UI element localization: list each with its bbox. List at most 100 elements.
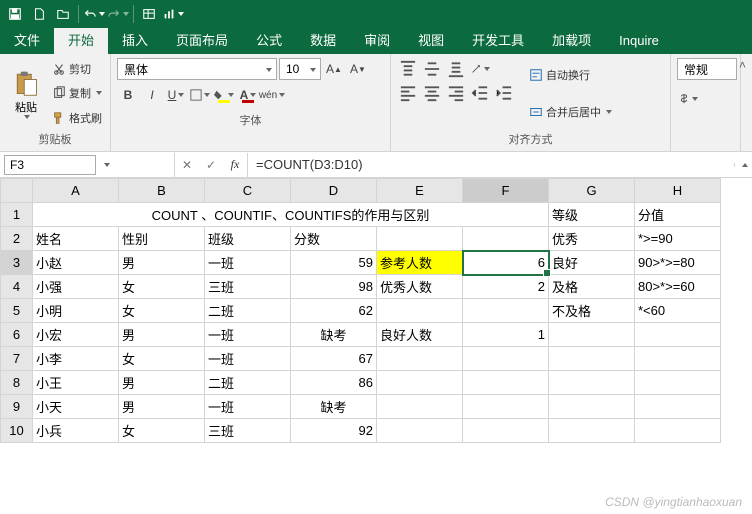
cell[interactable]: 小宏 xyxy=(33,323,119,347)
cell[interactable]: 分数 xyxy=(291,227,377,251)
redo-icon[interactable] xyxy=(107,3,129,25)
cell[interactable]: 男 xyxy=(119,371,205,395)
cell[interactable]: 男 xyxy=(119,395,205,419)
cell[interactable]: 女 xyxy=(119,419,205,443)
font-color-button[interactable]: A xyxy=(237,84,259,106)
cell[interactable]: 小王 xyxy=(33,371,119,395)
cell[interactable]: 62 xyxy=(291,299,377,323)
format-painter-button[interactable]: 格式刷 xyxy=(50,109,104,127)
cell[interactable]: 分值 xyxy=(635,203,721,227)
cell[interactable] xyxy=(549,371,635,395)
align-left-icon[interactable] xyxy=(397,82,419,104)
align-top-icon[interactable] xyxy=(397,58,419,80)
cell[interactable]: 86 xyxy=(291,371,377,395)
cell[interactable]: 小强 xyxy=(33,275,119,299)
col-header[interactable]: B xyxy=(119,179,205,203)
cell[interactable] xyxy=(377,419,463,443)
cell[interactable]: 三班 xyxy=(205,275,291,299)
cell[interactable]: 优秀 xyxy=(549,227,635,251)
cell[interactable]: 男 xyxy=(119,323,205,347)
spreadsheet-grid[interactable]: A B C D E F G H 1 COUNT 、COUNTIF、COUNTIF… xyxy=(0,178,752,513)
cell[interactable]: 女 xyxy=(119,275,205,299)
cell[interactable]: 1 xyxy=(463,323,549,347)
cell[interactable]: 98 xyxy=(291,275,377,299)
font-name-select[interactable]: 黑体 xyxy=(117,58,277,80)
cell[interactable]: 二班 xyxy=(205,299,291,323)
cell[interactable]: 二班 xyxy=(205,371,291,395)
align-right-icon[interactable] xyxy=(445,82,467,104)
open-icon[interactable] xyxy=(52,3,74,25)
tab-addins[interactable]: 加载项 xyxy=(538,28,605,54)
cell[interactable]: 80>*>=60 xyxy=(635,275,721,299)
chart-icon[interactable] xyxy=(162,3,184,25)
row-header[interactable]: 9 xyxy=(1,395,33,419)
decrease-indent-icon[interactable] xyxy=(469,82,491,104)
cell[interactable]: 缺考 xyxy=(291,395,377,419)
cut-button[interactable]: 剪切 xyxy=(50,60,104,78)
tab-formulas[interactable]: 公式 xyxy=(242,28,296,54)
wrap-text-button[interactable]: 自动换行 xyxy=(527,66,614,84)
align-bottom-icon[interactable] xyxy=(445,58,467,80)
cell[interactable]: 女 xyxy=(119,299,205,323)
tab-file[interactable]: 文件 xyxy=(0,28,54,54)
cell[interactable]: 三班 xyxy=(205,419,291,443)
cell[interactable] xyxy=(635,395,721,419)
cell[interactable]: 优秀人数 xyxy=(377,275,463,299)
cell[interactable]: 及格 xyxy=(549,275,635,299)
cell[interactable] xyxy=(463,299,549,323)
collapse-ribbon-icon[interactable]: ˄ xyxy=(739,58,746,72)
phonetic-button[interactable]: wén xyxy=(261,84,283,106)
cell[interactable]: 92 xyxy=(291,419,377,443)
formula-input[interactable]: =COUNT(D3:D10) xyxy=(248,154,734,175)
paste-button[interactable]: 粘贴 xyxy=(6,58,46,129)
cell[interactable]: 90>*>=80 xyxy=(635,251,721,275)
tab-insert[interactable]: 插入 xyxy=(108,28,162,54)
cell[interactable]: 姓名 xyxy=(33,227,119,251)
cell[interactable] xyxy=(377,299,463,323)
cell[interactable]: 小明 xyxy=(33,299,119,323)
tab-page-layout[interactable]: 页面布局 xyxy=(162,28,242,54)
cancel-formula-icon[interactable]: ✕ xyxy=(175,153,199,177)
col-header[interactable]: C xyxy=(205,179,291,203)
tab-view[interactable]: 视图 xyxy=(404,28,458,54)
confirm-formula-icon[interactable]: ✓ xyxy=(199,153,223,177)
cell[interactable]: 59 xyxy=(291,251,377,275)
cell[interactable] xyxy=(549,323,635,347)
col-header[interactable]: E xyxy=(377,179,463,203)
cell[interactable]: 参考人数 xyxy=(377,251,463,275)
cell[interactable] xyxy=(377,347,463,371)
tab-data[interactable]: 数据 xyxy=(296,28,350,54)
copy-button[interactable]: 复制 xyxy=(50,84,104,102)
cell[interactable] xyxy=(549,347,635,371)
col-header[interactable]: F xyxy=(463,179,549,203)
cell[interactable]: 良好 xyxy=(549,251,635,275)
cell[interactable]: 一班 xyxy=(205,347,291,371)
cell[interactable]: 67 xyxy=(291,347,377,371)
underline-button[interactable]: U xyxy=(165,84,187,106)
row-header[interactable]: 4 xyxy=(1,275,33,299)
row-header[interactable]: 6 xyxy=(1,323,33,347)
currency-icon[interactable] xyxy=(677,88,699,110)
cell[interactable] xyxy=(377,395,463,419)
number-format-select[interactable]: 常规 xyxy=(677,58,737,80)
name-box[interactable]: F3 xyxy=(4,155,96,175)
col-header[interactable]: G xyxy=(549,179,635,203)
cell[interactable]: 小兵 xyxy=(33,419,119,443)
tab-home[interactable]: 开始 xyxy=(54,28,108,54)
merge-center-button[interactable]: 合并后居中 xyxy=(527,103,614,121)
cell[interactable]: 良好人数 xyxy=(377,323,463,347)
row-header[interactable]: 5 xyxy=(1,299,33,323)
decrease-font-icon[interactable]: A▼ xyxy=(347,58,369,80)
cell[interactable]: 女 xyxy=(119,347,205,371)
orientation-icon[interactable] xyxy=(469,58,491,80)
save-icon[interactable] xyxy=(4,3,26,25)
cell[interactable]: 小天 xyxy=(33,395,119,419)
table-icon[interactable] xyxy=(138,3,160,25)
cell[interactable] xyxy=(463,347,549,371)
cell[interactable]: 小赵 xyxy=(33,251,119,275)
cell[interactable]: 等级 xyxy=(549,203,635,227)
col-header[interactable]: A xyxy=(33,179,119,203)
cell[interactable] xyxy=(635,323,721,347)
cell[interactable] xyxy=(377,371,463,395)
selected-cell[interactable]: 6 xyxy=(463,251,549,275)
